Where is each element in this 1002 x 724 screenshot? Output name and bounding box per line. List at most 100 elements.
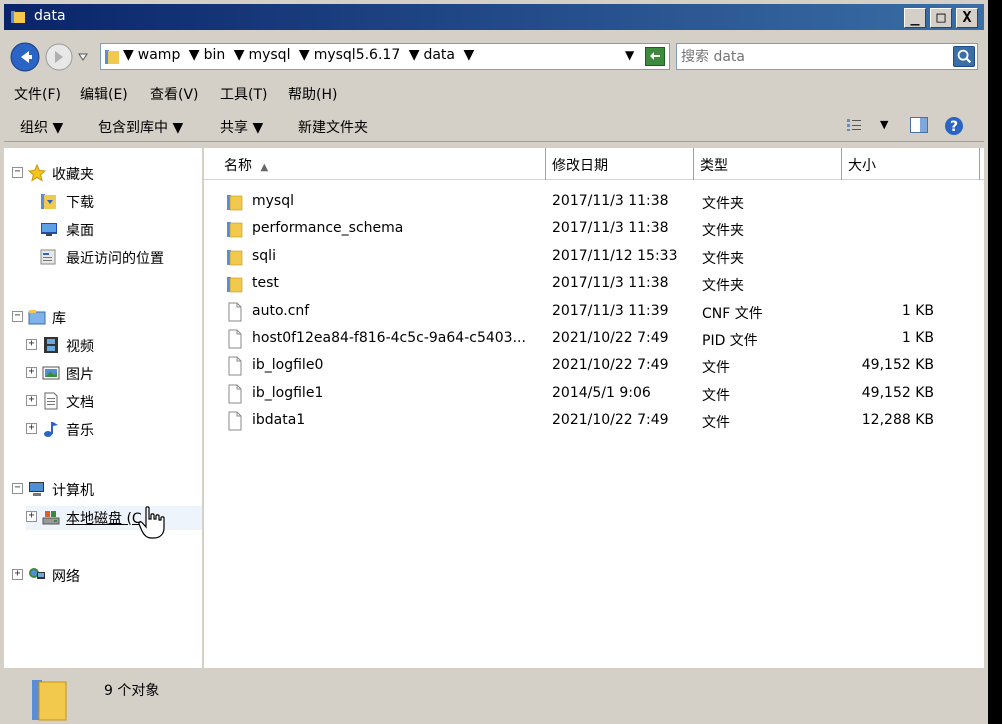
history-dropdown-icon[interactable] [78, 53, 88, 61]
file-row[interactable]: ib_logfile1 2014/5/1 9:06 文件 49,152 KB [204, 380, 984, 407]
nav-label: 库 [52, 311, 66, 327]
help-icon[interactable]: ? [944, 116, 964, 136]
desktop-icon [41, 223, 57, 236]
file-row[interactable]: sqli 2017/11/12 15:33 文件夹 [204, 243, 984, 270]
nav-recent[interactable]: 最近访问的位置 [40, 246, 200, 270]
forward-button[interactable] [44, 42, 74, 72]
nav-label: 收藏夹 [52, 167, 94, 183]
collapse-toggle[interactable]: − [12, 167, 23, 178]
object-count: 9 个对象 [104, 683, 160, 699]
hand-cursor-icon [138, 506, 165, 539]
file-date: 2017/11/3 11:38 [552, 275, 669, 292]
refresh-icon[interactable] [645, 47, 665, 66]
file-row[interactable]: test 2017/11/3 11:38 文件夹 [204, 270, 984, 297]
column-header-name[interactable]: 名称 ▲ [204, 148, 546, 180]
expand-toggle[interactable]: + [26, 511, 37, 522]
nav-pictures[interactable]: + 图片 [26, 362, 200, 386]
file-date: 2017/11/3 11:38 [552, 220, 669, 237]
folder-icon [227, 195, 243, 211]
sort-ascending-icon: ▲ [260, 162, 269, 173]
collapse-toggle[interactable]: − [12, 483, 23, 494]
nav-libraries[interactable]: − 库 [12, 306, 202, 330]
library-icon [28, 310, 46, 325]
file-name: ib_logfile1 [252, 384, 324, 401]
network-icon [29, 568, 45, 579]
video-icon [44, 337, 58, 353]
address-bar[interactable]: ▼ wamp ▼ bin ▼ mysql ▼ mysql5.6.17 ▼ data ▼ ▼ [100, 43, 670, 70]
nav-downloads[interactable]: 下载 [40, 190, 200, 214]
minimize-button[interactable]: _ [904, 8, 926, 28]
nav-music[interactable]: + 音乐 [26, 418, 200, 442]
file-type: PID 文件 [702, 333, 758, 349]
file-row[interactable]: host0f12ea84-f816-4c5c-9a64-c5403... 2021… [204, 325, 984, 352]
column-label: 名称 [224, 158, 252, 174]
explorer-window: data _ □ X ▼ wamp ▼ bin ▼ mysql ▼ mysql5… [0, 0, 988, 724]
breadcrumb-item[interactable]: data [423, 47, 455, 63]
file-name: performance_schema [252, 220, 404, 237]
include-library-button[interactable]: 包含到库中 ▼ [98, 117, 183, 137]
file-type: 文件 [702, 360, 730, 377]
new-folder-button[interactable]: 新建文件夹 [298, 117, 368, 137]
expand-toggle[interactable]: + [12, 569, 23, 580]
breadcrumb-item[interactable]: mysql [248, 47, 290, 63]
organize-button[interactable]: 组织 ▼ [20, 117, 63, 137]
menu-help[interactable]: 帮助(H) [288, 84, 337, 104]
file-name: mysql [252, 193, 294, 209]
search-icon[interactable] [953, 46, 975, 67]
breadcrumb-item[interactable]: mysql5.6.17 [314, 47, 401, 63]
share-button[interactable]: 共享 ▼ [220, 117, 263, 137]
file-size: 12,288 KB [861, 412, 934, 429]
column-header-size[interactable]: 大小 [842, 148, 980, 180]
expand-toggle[interactable]: + [26, 339, 37, 350]
view-options-icon[interactable] [846, 118, 862, 132]
breadcrumb-item[interactable]: bin [204, 47, 226, 63]
file-name: test [252, 275, 279, 292]
expand-toggle[interactable]: + [26, 423, 37, 434]
file-size: 49,152 KB [861, 357, 934, 374]
address-dropdown-icon[interactable]: ▼ [625, 48, 634, 62]
recent-places-icon [40, 249, 56, 265]
nav-desktop[interactable]: 桌面 [40, 218, 200, 242]
svg-text:?: ? [950, 119, 958, 135]
nav-documents[interactable]: + 文档 [26, 390, 200, 414]
file-row[interactable]: mysql 2017/11/3 11:38 文件夹 [204, 188, 984, 215]
file-icon [228, 411, 242, 431]
file-row[interactable]: ib_logfile0 2021/10/22 7:49 文件 49,152 KB [204, 352, 984, 379]
music-icon [44, 422, 58, 437]
search-input[interactable] [681, 46, 941, 67]
menu-view[interactable]: 查看(V) [150, 84, 199, 104]
menu-tools[interactable]: 工具(T) [220, 84, 267, 104]
file-icon [228, 356, 242, 376]
expand-toggle[interactable]: + [26, 367, 37, 378]
expand-toggle[interactable]: + [26, 395, 37, 406]
folder-icon [32, 680, 67, 721]
nav-computer[interactable]: − 计算机 [12, 478, 202, 502]
nav-label: 本地磁盘 (C [66, 511, 142, 527]
collapse-toggle[interactable]: − [12, 311, 23, 322]
file-icon [228, 329, 242, 349]
nav-videos[interactable]: + 视频 [26, 334, 200, 358]
nav-network[interactable]: + 网络 [12, 564, 202, 588]
nav-local-disk[interactable]: + 本地磁盘 (C [26, 506, 202, 530]
maximize-button[interactable]: □ [930, 8, 952, 28]
menu-file[interactable]: 文件(F) [14, 84, 61, 104]
title-bar[interactable]: data _ □ X [4, 4, 984, 30]
folder-icon [227, 277, 243, 293]
search-box[interactable] [676, 43, 978, 70]
column-header-date[interactable]: 修改日期 [546, 148, 694, 180]
breadcrumb-item[interactable]: wamp [138, 47, 181, 63]
nav-favorites[interactable]: − 收藏夹 [12, 162, 202, 186]
close-button[interactable]: X [956, 8, 978, 28]
address-row: ▼ wamp ▼ bin ▼ mysql ▼ mysql5.6.17 ▼ data ▼ ▼ [4, 36, 984, 78]
file-row[interactable]: auto.cnf 2017/11/3 11:39 CNF 文件 1 KB [204, 298, 984, 325]
menu-edit[interactable]: 编辑(E) [80, 84, 128, 104]
file-row[interactable]: performance_schema 2017/11/3 11:38 文件夹 [204, 215, 984, 242]
file-type: 文件夹 [702, 223, 744, 240]
back-button[interactable] [10, 42, 40, 72]
file-row[interactable]: ibdata1 2021/10/22 7:49 文件 12,288 KB [204, 407, 984, 434]
column-header-type[interactable]: 类型 [694, 148, 842, 180]
file-date: 2021/10/22 7:49 [552, 412, 669, 429]
preview-pane-icon[interactable] [910, 117, 928, 133]
file-icon [228, 384, 242, 404]
view-dropdown-icon[interactable]: ▼ [880, 118, 888, 131]
